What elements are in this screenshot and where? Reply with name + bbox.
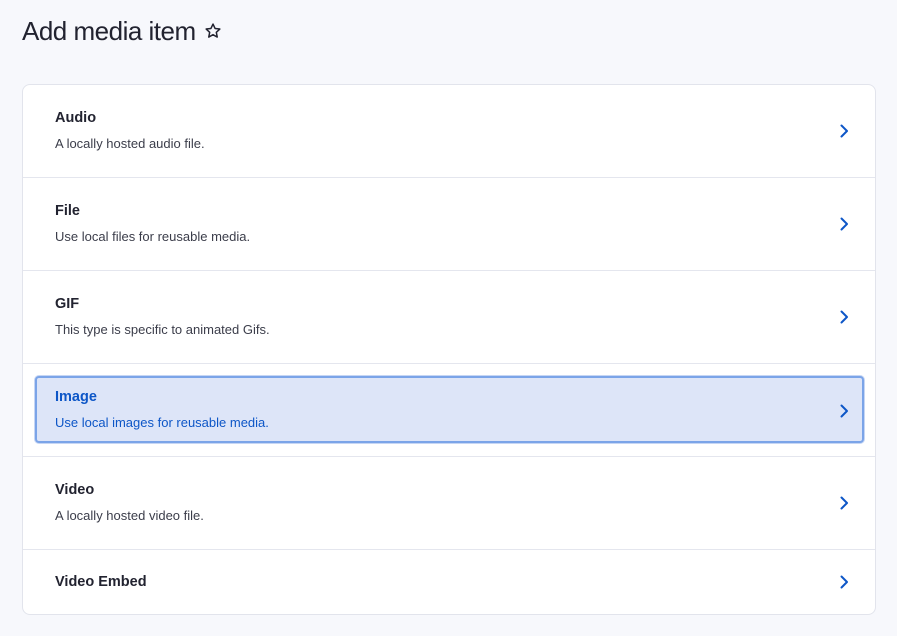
media-type-audio[interactable]: Audio A locally hosted audio file. <box>23 85 875 178</box>
media-type-label: Audio <box>55 110 97 126</box>
page-header: Add media item <box>22 12 222 50</box>
media-type-description: A locally hosted audio file. <box>55 136 205 151</box>
media-type-label: GIF <box>55 296 80 312</box>
media-type-file[interactable]: File Use local files for reusable media. <box>23 178 875 271</box>
media-type-video-embed[interactable]: Video Embed <box>23 550 875 614</box>
chevron-right-icon <box>840 496 848 510</box>
chevron-right-icon <box>840 404 848 418</box>
star-icon[interactable] <box>204 22 222 40</box>
media-type-description: A locally hosted video file. <box>55 508 204 523</box>
media-type-gif[interactable]: GIF This type is specific to animated Gi… <box>23 271 875 364</box>
media-type-description: This type is specific to animated Gifs. <box>55 322 270 337</box>
media-type-label: Video Embed <box>55 574 147 590</box>
media-type-list: Audio A locally hosted audio file. File … <box>22 84 876 615</box>
media-type-image[interactable]: Image Use local images for reusable medi… <box>23 364 875 457</box>
chevron-right-icon <box>840 124 848 138</box>
media-type-label: File <box>55 203 80 219</box>
media-type-video[interactable]: Video A locally hosted video file. <box>23 457 875 550</box>
media-type-description: Use local images for reusable media. <box>55 415 269 430</box>
media-type-label: Image <box>55 389 97 405</box>
chevron-right-icon <box>840 575 848 589</box>
chevron-right-icon <box>840 217 848 231</box>
media-type-label: Video <box>55 482 95 498</box>
selection-highlight <box>35 376 864 443</box>
media-type-description: Use local files for reusable media. <box>55 229 251 244</box>
page-title: Add media item <box>22 15 196 46</box>
chevron-right-icon <box>840 310 848 324</box>
